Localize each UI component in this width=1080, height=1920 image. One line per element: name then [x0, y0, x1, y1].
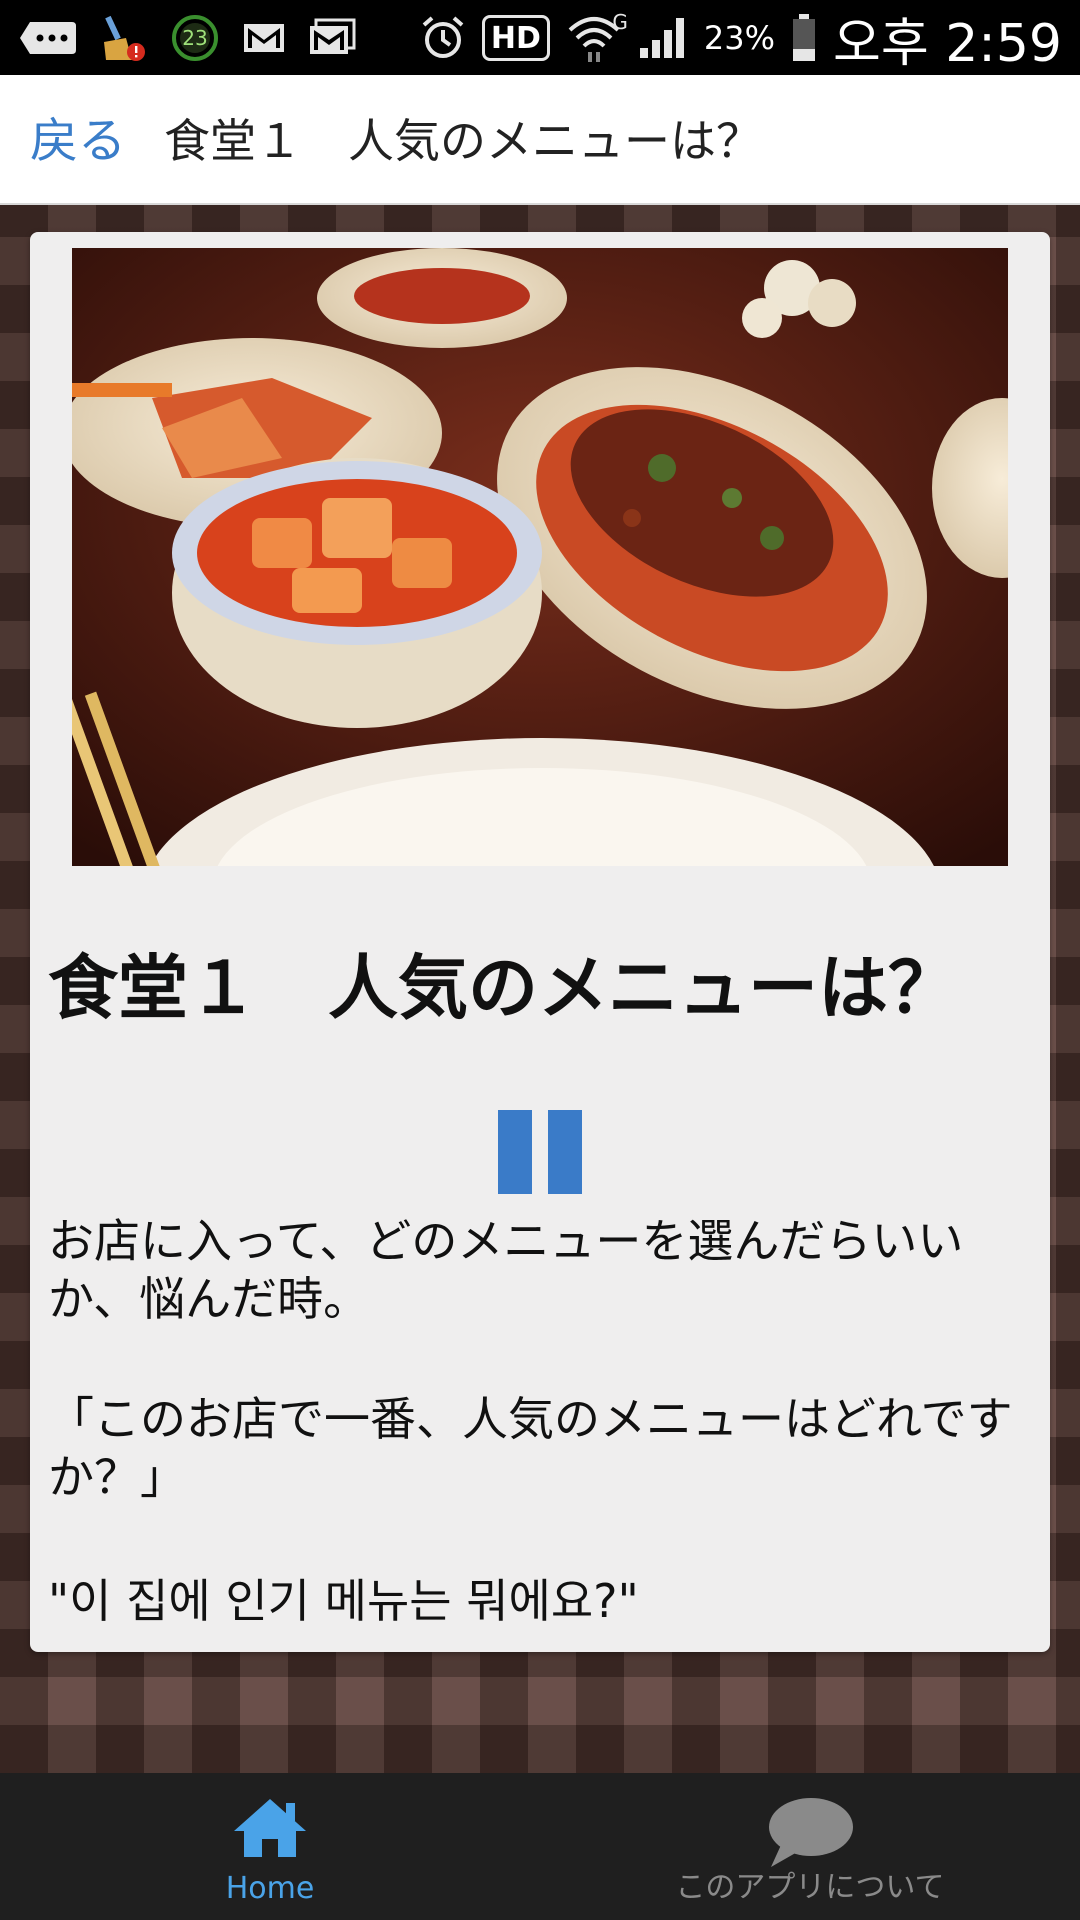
cellular-signal-icon: [638, 16, 688, 60]
home-icon: [230, 1795, 310, 1865]
nav-about-tab[interactable]: このアプリについて: [640, 1773, 980, 1920]
card-title: 食堂１ 人気のメニューは？: [48, 947, 958, 1029]
gmail-stack-icon: [308, 18, 356, 58]
food-photo: [72, 248, 1008, 866]
battery-percent: 23%: [703, 19, 776, 57]
content-card: 食堂１ 人気のメニューは？ お店に入って、どのメニューを選んだらいいか、悩んだ時…: [30, 232, 1050, 1652]
bottom-navigation: Home このアプリについて: [0, 1773, 1080, 1920]
pause-icon: [498, 1110, 532, 1194]
nav-home-label: Home: [225, 1871, 315, 1906]
nav-home-tab[interactable]: Home: [170, 1773, 370, 1920]
notification-count-badge-icon: 23: [170, 13, 220, 63]
hd-voice-icon: HD: [481, 15, 550, 61]
more-options-icon: [18, 18, 78, 58]
nav-about-label: このアプリについて: [675, 1870, 945, 1905]
hd-label: HD: [490, 20, 541, 56]
signal-type-label: G: [612, 10, 628, 34]
status-bar-left: 23: [18, 8, 356, 68]
description-paragraph: お店に入って、どのメニューを選んだらいいか、悩んだ時。: [48, 1214, 964, 1326]
page-title: 食堂１ 人気のメニューは？: [164, 114, 762, 168]
gmail-icon: [242, 20, 286, 56]
notification-count: 23: [182, 26, 208, 50]
alarm-clock-icon: [420, 15, 466, 61]
pause-button[interactable]: [498, 1110, 582, 1194]
wifi-icon: G: [566, 10, 628, 64]
status-bar-right: HD G 23% 오후 2:59: [420, 8, 1062, 74]
cleaner-broom-icon: [100, 12, 148, 64]
korean-phrase: "이 집에 인기 메뉴는 뭐에요?": [48, 1574, 639, 1628]
question-paragraph: 「このお店で一番、人気のメニューはどれですか？」: [48, 1392, 1013, 1504]
back-button[interactable]: 戻る: [30, 101, 126, 171]
battery-icon: [791, 14, 817, 62]
clock-time: 오후 2:59: [833, 13, 1062, 74]
status-bar: 23 HD G 23% 오후 2:59: [0, 0, 1080, 75]
app-header: 戻る 食堂１ 人気のメニューは？: [0, 75, 1080, 205]
